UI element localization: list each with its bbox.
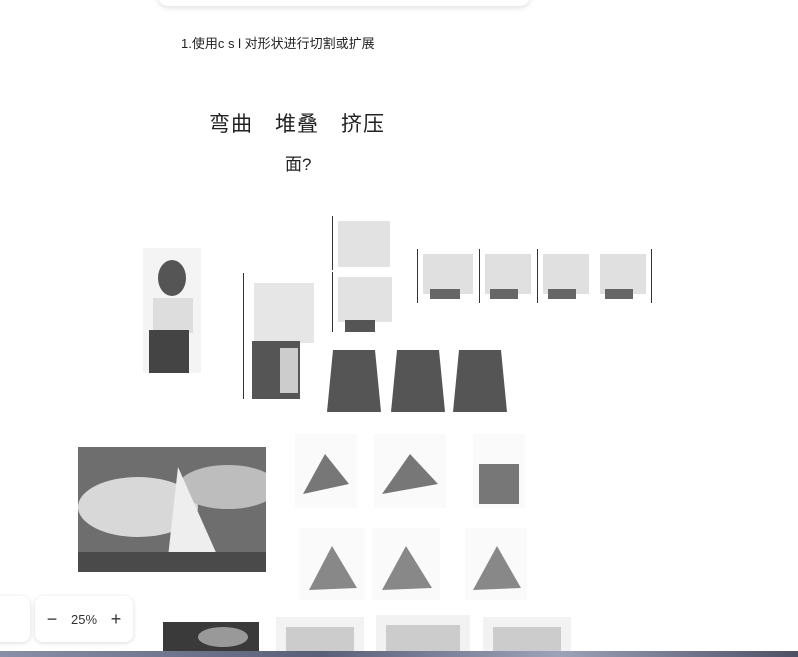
left-tool-panel[interactable]	[0, 596, 30, 642]
canvas-note-text[interactable]: 1.使用c s l 对形状进行切割或扩展	[181, 33, 375, 52]
canvas-image-torso-cut-1[interactable]	[332, 216, 395, 270]
canvas-image-torso-cut-2[interactable]	[332, 272, 397, 332]
zoom-in-label: +	[110, 608, 122, 629]
canvas-heading-text[interactable]: 弯曲 堆叠 挤压	[209, 108, 385, 138]
canvas-image-sketch-2[interactable]	[374, 434, 446, 508]
minus-icon[interactable]: −	[41, 608, 63, 630]
canvas-subheading-text[interactable]: 面?	[285, 150, 311, 175]
canvas-image-skirt-1[interactable]	[325, 346, 383, 412]
canvas-image-skirt-2[interactable]	[389, 346, 447, 412]
canvas-image-sketch-1[interactable]	[295, 434, 357, 508]
canvas-image-skirt-3[interactable]	[451, 346, 509, 412]
plus-icon[interactable]: +	[105, 608, 127, 630]
zoom-control: − 25% +	[35, 596, 133, 642]
zoom-out-label: −	[46, 608, 58, 629]
canvas-image-torso-variant-2[interactable]	[479, 249, 536, 303]
zoom-level[interactable]: 25%	[71, 612, 97, 627]
canvas-image-torso-variant-4[interactable]	[595, 249, 652, 303]
canvas-image-sketch-3[interactable]	[473, 434, 525, 508]
top-card	[158, 0, 530, 6]
canvas-image-sketch-5[interactable]	[372, 528, 440, 600]
canvas-image-figure-reference[interactable]	[143, 248, 201, 373]
canvas-image-sketch-6[interactable]	[465, 528, 527, 600]
canvas-image-sketch-4[interactable]	[299, 528, 365, 600]
canvas-image-figure-cut[interactable]	[243, 273, 322, 399]
canvas-image-landscape-illustration[interactable]	[78, 447, 266, 572]
canvas-image-torso-variant-3[interactable]	[537, 249, 594, 303]
taskbar-strip	[0, 651, 798, 657]
canvas-image-torso-variant-1[interactable]	[417, 249, 478, 303]
